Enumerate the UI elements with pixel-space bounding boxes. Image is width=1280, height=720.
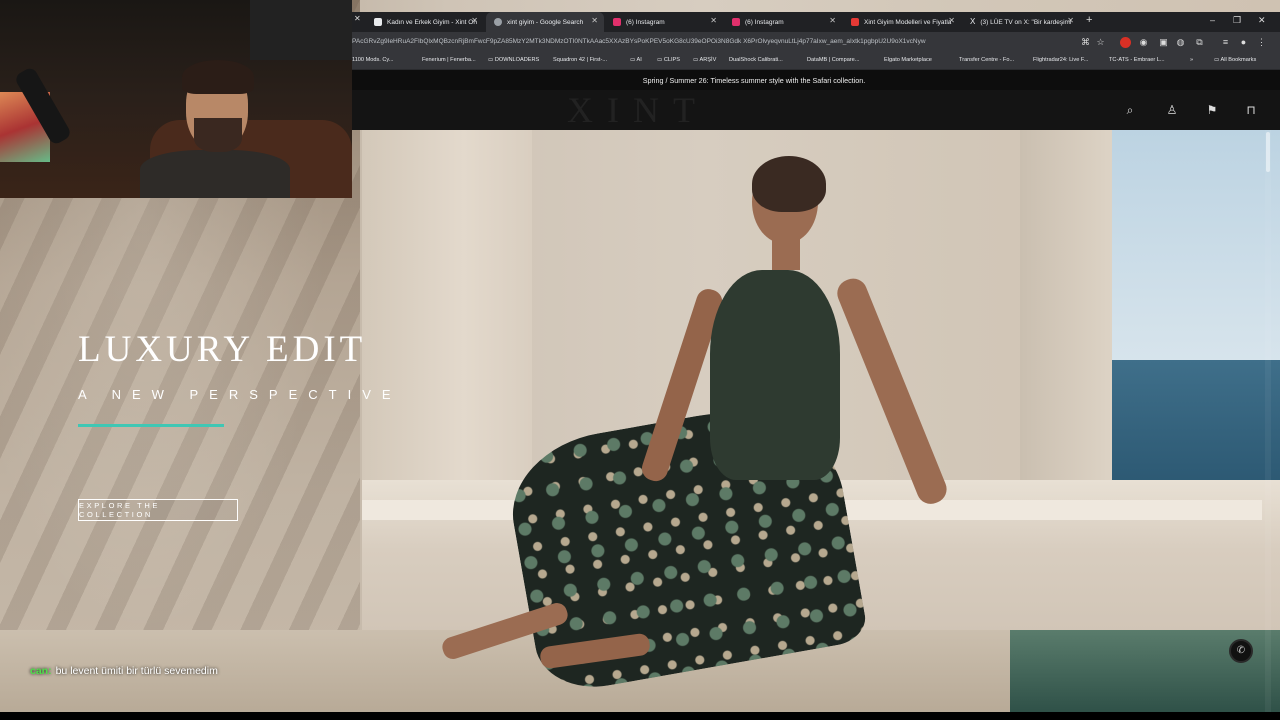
model-arm — [833, 274, 951, 509]
promo-banner[interactable]: Spring / Summer 26: Timeless summer styl… — [352, 70, 1280, 90]
folder-icon: ▭ — [488, 57, 495, 63]
bookmark-icon[interactable]: ⚑ — [1204, 102, 1220, 118]
bookmark-item[interactable]: DataMB | Compare... — [807, 57, 859, 63]
all-bookmarks-folder[interactable]: ▭ All Bookmarks — [1214, 57, 1256, 63]
address-bar: PAcGRvZg9IeHRuA2FIbQlxMQBzcnRjBmFwcF9pZA… — [352, 32, 1280, 54]
screen: LUXURY EDIT A NEW PERSPECTIVE EXPLORE TH… — [0, 0, 1280, 720]
bookmark-label: CLIPS — [663, 57, 681, 63]
streamer-shirt — [140, 150, 290, 198]
browser-window: ✕ Kadın ve Erkek Giyim - Xint On ✕ xint … — [352, 0, 1280, 130]
chat-text: bu levent ümiti bir türlü sevemedim — [55, 665, 218, 677]
puzzle-icon[interactable]: ⧉ — [1194, 37, 1205, 48]
scrollbar-thumb[interactable] — [1266, 132, 1270, 172]
whatsapp-chat-icon[interactable]: ✆ — [1229, 639, 1253, 663]
scrollbar-track[interactable] — [1265, 130, 1271, 712]
media-icon[interactable]: ≡ — [1220, 37, 1231, 48]
close-icon[interactable]: ✕ — [354, 14, 361, 23]
url-field[interactable]: PAcGRvZg9IeHRuA2FIbQlxMQBzcnRjBmFwcF9pZA… — [352, 38, 1072, 45]
kebab-menu-icon[interactable]: ⋮ — [1256, 37, 1267, 48]
close-icon[interactable]: ✕ — [710, 16, 717, 25]
bookmark-folder[interactable]: ▭ AI — [630, 57, 642, 63]
streamer-hair — [182, 60, 254, 94]
bookmarks-overflow-icon[interactable]: » — [1190, 57, 1193, 63]
explore-collection-button[interactable]: EXPLORE THE COLLECTION — [78, 499, 238, 521]
close-window-icon[interactable]: ✕ — [1258, 15, 1266, 26]
bookmark-label: AI — [636, 57, 642, 63]
bookmark-folder[interactable]: ▭ DOWNLOADERS — [488, 57, 539, 63]
close-icon[interactable]: ✕ — [471, 16, 478, 25]
bookmark-item[interactable]: TC-ATS - Embraer L... — [1109, 57, 1165, 63]
extension-icon[interactable] — [1120, 37, 1131, 48]
pillar-image — [1020, 130, 1112, 500]
x-logo-icon: X — [970, 17, 976, 26]
instagram-icon — [613, 18, 621, 26]
profile-avatar-icon[interactable]: ● — [1238, 37, 1249, 48]
tab-instagram[interactable]: (6) Instagram ✕ — [605, 12, 723, 32]
shopping-bag-icon[interactable]: ⊓ — [1243, 102, 1259, 118]
extension-icon[interactable]: ◉ — [1138, 37, 1149, 48]
close-icon[interactable]: ✕ — [829, 16, 836, 25]
bookmark-folder[interactable]: ▭ ARŞİV — [693, 57, 716, 63]
bookmark-folder[interactable]: ▭ CLIPS — [657, 57, 680, 63]
minimize-icon[interactable]: – — [1210, 15, 1215, 25]
bookmark-item[interactable]: 1100 Mods. Cy... — [352, 57, 393, 63]
extension-icon[interactable]: ◍ — [1175, 37, 1186, 48]
site-logo[interactable]: XINT — [567, 90, 709, 130]
tab-instagram[interactable]: (6) Instagram ✕ — [724, 12, 842, 32]
tab-xint-home[interactable]: Kadın ve Erkek Giyim - Xint On ✕ — [366, 12, 484, 32]
folder-icon: ▭ — [657, 57, 664, 63]
tab-google-search[interactable]: xint giyim - Google Search ✕ — [486, 12, 604, 32]
tab-label: Kadın ve Erkek Giyim - Xint On — [387, 18, 477, 26]
bookmark-item[interactable]: Flightradar24: Live F... — [1033, 57, 1088, 63]
hero-subtitle: A NEW PERSPECTIVE — [78, 387, 402, 402]
model-hair — [752, 156, 826, 212]
streamer-beard — [194, 118, 242, 152]
account-icon[interactable]: ♙ — [1164, 102, 1180, 118]
bottom-edge — [0, 712, 1280, 720]
bookmarks-bar: 1100 Mods. Cy... Fenerium | Fenerba... ▭… — [352, 54, 1280, 70]
bookmark-item[interactable]: Squadron 42 | First-... — [553, 57, 607, 63]
close-icon[interactable]: ✕ — [591, 16, 598, 25]
bold-b-favicon-icon — [851, 18, 859, 26]
tab-label: (3) LÜE TV on X: "Bir kardeşimi — [980, 18, 1072, 26]
tab-strip: ✕ Kadın ve Erkek Giyim - Xint On ✕ xint … — [352, 12, 1280, 32]
hero-title: LUXURY EDIT — [78, 329, 367, 370]
chat-username: can: — [30, 665, 52, 677]
bookmark-item[interactable]: Elgato Marketplace — [884, 57, 932, 63]
dress-bodice — [710, 270, 840, 480]
model-figure-image — [439, 156, 951, 700]
sea-image — [1112, 360, 1280, 500]
extension-icon[interactable]: ▣ — [1158, 37, 1169, 48]
chat-message: can: bu levent ümiti bir türlü sevemedim — [30, 665, 218, 677]
close-icon[interactable]: ✕ — [1067, 16, 1074, 25]
new-tab-plus-icon[interactable]: + — [1086, 14, 1092, 26]
google-favicon-icon — [494, 18, 502, 26]
bookmark-label: All Bookmarks — [1220, 57, 1257, 63]
webcam-overlay — [0, 0, 352, 198]
shelf-image — [250, 0, 352, 60]
close-icon[interactable]: ✕ — [948, 16, 955, 25]
restore-icon[interactable]: ❐ — [1233, 15, 1241, 26]
bookmark-label: DOWNLOADERS — [494, 57, 540, 63]
hero-accent-line — [78, 424, 224, 427]
bookmark-item[interactable]: Transfer Centre - Fo... — [959, 57, 1014, 63]
instagram-icon — [732, 18, 740, 26]
bookmark-item[interactable]: Fenerium | Fenerba... — [422, 57, 476, 63]
sky-image — [1112, 130, 1280, 362]
search-icon[interactable]: ⌕ — [1122, 102, 1138, 118]
translate-icon[interactable]: ⌘ — [1080, 37, 1091, 48]
tab-label: xint giyim - Google Search — [507, 18, 584, 26]
bookmark-item[interactable]: DualShock Calibrati... — [729, 57, 783, 63]
bookmark-label: ARŞİV — [699, 57, 717, 63]
site-header: XINT ⌕ ♙ ⚑ ⊓ — [352, 90, 1280, 130]
xint-favicon-icon — [374, 18, 382, 26]
tab-x-post[interactable]: X (3) LÜE TV on X: "Bir kardeşimi ✕ — [962, 12, 1080, 32]
pillar-image — [362, 130, 532, 500]
tab-xint-models[interactable]: Xint Giyim Modelleri ve Fiyatla ✕ — [843, 12, 961, 32]
star-icon[interactable]: ☆ — [1095, 37, 1106, 48]
tab-label: Xint Giyim Modelleri ve Fiyatla — [864, 18, 952, 26]
tab-label: (6) Instagram — [626, 18, 665, 26]
tab-label: (6) Instagram — [745, 18, 784, 26]
hero-text-block: LUXURY EDIT A NEW PERSPECTIVE — [78, 328, 402, 427]
